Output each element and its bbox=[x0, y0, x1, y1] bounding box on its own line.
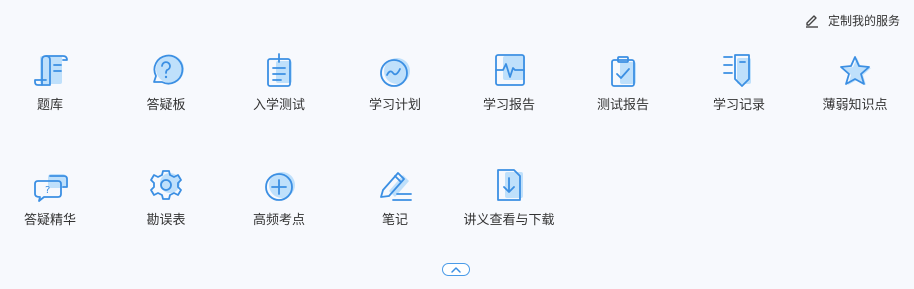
collapse-button[interactable] bbox=[442, 263, 470, 276]
service-notes[interactable]: 笔记 bbox=[345, 167, 445, 237]
service-question-bank[interactable]: 题库 bbox=[0, 52, 100, 122]
service-study-plan[interactable]: 学习计划 bbox=[345, 52, 445, 122]
chat-bubbles-icon: ? bbox=[34, 174, 68, 202]
wave-circle-icon bbox=[380, 58, 410, 87]
question-bubble-icon bbox=[153, 54, 184, 85]
star-icon bbox=[840, 56, 871, 85]
service-study-report[interactable]: 学习报告 bbox=[459, 52, 559, 122]
download-document-icon bbox=[497, 169, 523, 201]
svg-text:?: ? bbox=[45, 185, 50, 196]
edit-icon bbox=[805, 15, 818, 28]
scroll-icon bbox=[34, 55, 68, 86]
service-qa-board[interactable]: 答疑板 bbox=[116, 52, 216, 122]
service-study-records[interactable]: 学习记录 bbox=[689, 52, 789, 122]
customize-services-link[interactable]: 定制我的服务 bbox=[804, 11, 900, 29]
service-key-points[interactable]: 高频考点 bbox=[229, 167, 329, 237]
services-grid: 题库 答疑板 入学测试 学习计划 学习报告 测试报告 学习记录 薄弱知识点 ? … bbox=[0, 52, 914, 282]
service-handouts-download[interactable]: 讲义查看与下载 bbox=[459, 167, 559, 237]
service-label: 薄弱知识点 bbox=[822, 98, 888, 113]
service-errata[interactable]: 勘误表 bbox=[116, 167, 216, 237]
service-label: 讲义查看与下载 bbox=[463, 213, 555, 228]
pencil-icon bbox=[380, 172, 412, 201]
clipboard-lines-icon bbox=[267, 53, 292, 87]
customize-label: 定制我的服务 bbox=[827, 13, 900, 28]
gear-icon bbox=[150, 170, 182, 200]
chevron-up-icon bbox=[451, 266, 461, 273]
service-entrance-test[interactable]: 入学测试 bbox=[229, 52, 329, 122]
plus-circle-icon bbox=[265, 172, 295, 201]
pulse-chart-icon bbox=[495, 54, 525, 86]
service-test-report[interactable]: 测试报告 bbox=[573, 52, 673, 122]
services-panel: 定制我的服务 题库 答疑板 入学测试 学习计划 学习报告 测试报告 学习记录 薄… bbox=[0, 0, 914, 289]
service-weak-points[interactable]: 薄弱知识点 bbox=[805, 52, 905, 122]
service-qa-highlights[interactable]: ? 答疑精华 bbox=[0, 167, 100, 237]
services-row-1: 题库 答疑板 入学测试 学习计划 学习报告 测试报告 学习记录 薄弱知识点 bbox=[0, 52, 914, 167]
clipboard-check-icon bbox=[611, 56, 636, 87]
notebook-list-icon bbox=[723, 54, 751, 87]
